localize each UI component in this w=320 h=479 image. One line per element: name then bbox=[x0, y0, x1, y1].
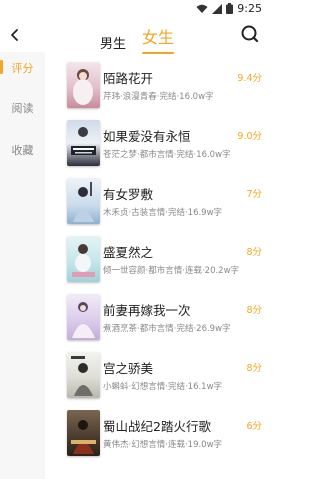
book-score: 7分 bbox=[246, 189, 262, 200]
back-button[interactable] bbox=[6, 25, 24, 45]
book-cover bbox=[67, 178, 100, 224]
book-row[interactable]: 如果爱没有永恒 苍茫之梦·都市言情·完结·16.0w字 9.0分 bbox=[45, 116, 270, 178]
search-icon bbox=[241, 25, 259, 43]
book-score: 9.0分 bbox=[237, 131, 262, 142]
book-score: 6分 bbox=[246, 421, 262, 432]
book-meta: 煮酒烹茶·都市言情·完结·26.9w字 bbox=[103, 324, 231, 334]
book-score: 8分 bbox=[246, 305, 262, 316]
book-title: 有女罗敷 bbox=[103, 187, 154, 202]
book-cover bbox=[67, 410, 100, 456]
book-title: 蜀山战纪2踏火行歌 bbox=[103, 419, 211, 434]
tab-female[interactable]: 女生 bbox=[142, 24, 175, 54]
book-cover bbox=[67, 120, 100, 166]
book-meta: 倾一世容颜·都市言情·连载·20.2w字 bbox=[103, 266, 240, 276]
battery-icon bbox=[226, 3, 234, 14]
header: 男生 女生 bbox=[0, 20, 270, 54]
book-title: 陌路花开 bbox=[103, 71, 154, 86]
book-row[interactable]: 蜀山战纪2踏火行歌 黄伟杰·幻想言情·连载·19.0w字 6分 bbox=[45, 406, 270, 468]
book-row[interactable]: 宫之骄美 小蝌蚪·幻想言情·完结·16.1w字 8分 bbox=[45, 348, 270, 410]
book-title: 如果爱没有永恒 bbox=[103, 129, 191, 144]
sidebar-item-rating[interactable]: 评分 bbox=[0, 60, 45, 76]
status-icons: 9:25 bbox=[196, 2, 262, 15]
book-score: 9.4分 bbox=[237, 73, 262, 84]
sidebar-item-collection[interactable]: 收藏 bbox=[0, 142, 45, 158]
book-row[interactable]: 前妻再嫁我一次 煮酒烹茶·都市言情·完结·26.9w字 8分 bbox=[45, 290, 270, 352]
status-bar: 9:25 bbox=[0, 0, 270, 18]
wifi-icon bbox=[196, 4, 208, 13]
book-meta: 芹玮·浪漫青春·完结·16.0w字 bbox=[103, 92, 214, 102]
sidebar-item-reading[interactable]: 阅读 bbox=[0, 100, 45, 116]
gender-tabs: 男生 女生 bbox=[100, 24, 175, 54]
book-title: 宫之骄美 bbox=[103, 361, 154, 376]
book-row[interactable]: 盛夏然之 倾一世容颜·都市言情·连载·20.2w字 8分 bbox=[45, 232, 270, 294]
book-meta: 小蝌蚪·幻想言情·完结·16.1w字 bbox=[103, 382, 223, 392]
book-meta: 黄伟杰·幻想言情·连载·19.0w字 bbox=[103, 440, 223, 450]
book-meta: 苍茫之梦·都市言情·完结·16.0w字 bbox=[103, 150, 231, 160]
book-score: 8分 bbox=[246, 363, 262, 374]
book-row[interactable]: 有女罗敷 木禾贞·古装言情·完结·16.9w字 7分 bbox=[45, 174, 270, 236]
signal-icon bbox=[212, 3, 223, 14]
search-button[interactable] bbox=[240, 24, 260, 44]
tab-male[interactable]: 男生 bbox=[100, 33, 126, 52]
book-cover bbox=[67, 352, 100, 398]
status-time: 9:25 bbox=[237, 2, 262, 15]
book-cover bbox=[67, 236, 100, 282]
book-title: 前妻再嫁我一次 bbox=[103, 303, 191, 318]
chevron-left-icon bbox=[11, 29, 18, 41]
book-title: 盛夏然之 bbox=[103, 245, 154, 260]
book-score: 8分 bbox=[246, 247, 262, 258]
sidebar: 评分 阅读 收藏 bbox=[0, 52, 45, 479]
book-row[interactable]: 陌路花开 芹玮·浪漫青春·完结·16.0w字 9.4分 bbox=[45, 58, 270, 120]
book-cover bbox=[67, 294, 100, 340]
book-meta: 木禾贞·古装言情·完结·16.9w字 bbox=[103, 208, 223, 218]
book-cover bbox=[67, 62, 100, 108]
